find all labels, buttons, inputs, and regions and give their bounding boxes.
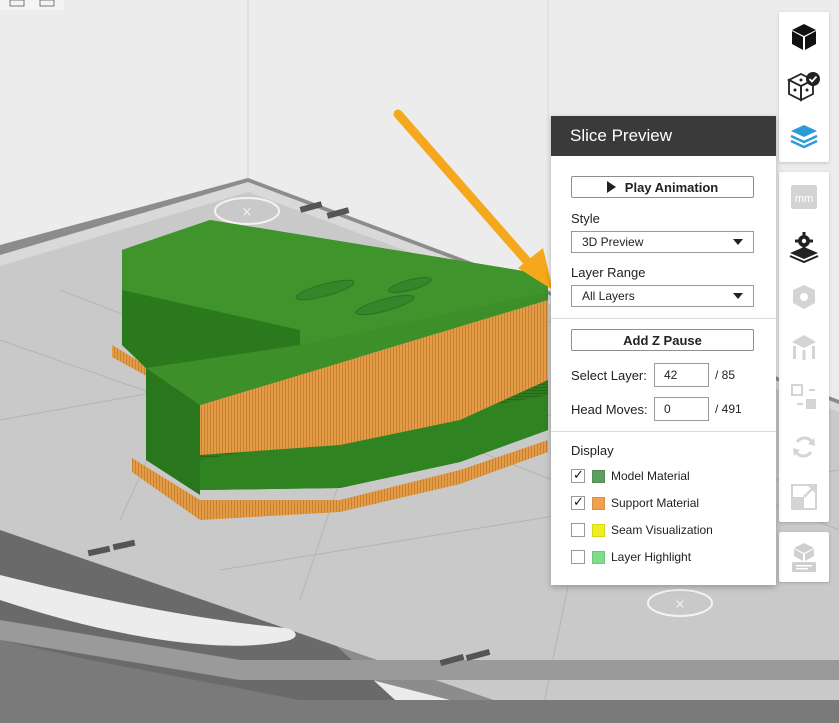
chevron-down-icon [733, 239, 743, 245]
model-material-swatch [592, 469, 605, 483]
slice-settings-button[interactable] [779, 222, 829, 272]
seam-visualization-checkbox[interactable] [571, 523, 585, 537]
layer-highlight-swatch [592, 550, 605, 564]
units-button[interactable]: mm [779, 172, 829, 222]
chevron-down-icon [733, 293, 743, 299]
display-option-model-material[interactable]: ✓ Model Material [571, 467, 690, 485]
panel-title: Slice Preview [551, 116, 776, 156]
layer-highlight-label: Layer Highlight [611, 550, 692, 564]
layers-icon [790, 125, 818, 149]
layer-range-select-value: All Layers [582, 289, 635, 303]
play-icon [606, 181, 616, 193]
slice-preview-panel: Slice Preview Play Animation Style 3D Pr… [551, 116, 776, 585]
svg-text:mm: mm [795, 193, 813, 205]
style-select[interactable]: 3D Preview [571, 231, 754, 253]
checkmark-icon: ✓ [573, 494, 584, 509]
display-option-support-material[interactable]: ✓ Support Material [571, 494, 699, 512]
add-z-pause-button[interactable]: Add Z Pause [571, 329, 754, 351]
rotate-button[interactable] [779, 422, 829, 472]
export-group [779, 532, 829, 582]
head-moves-input[interactable]: 0 [654, 397, 709, 421]
cube-icon [792, 24, 816, 50]
support-icon [792, 335, 816, 360]
display-option-seam-visualization[interactable]: Seam Visualization [571, 521, 713, 539]
rotate-icon [793, 436, 815, 458]
export-button[interactable] [779, 532, 829, 582]
play-animation-button[interactable]: Play Animation [571, 176, 754, 198]
right-toolbar: mm [779, 12, 829, 592]
checkmark-icon: ✓ [573, 467, 584, 482]
dice-check-icon [787, 72, 820, 102]
layer-range-select[interactable]: All Layers [571, 285, 754, 307]
model-material-label: Model Material [611, 469, 690, 483]
validate-view-button[interactable] [779, 62, 829, 112]
select-layer-input[interactable]: 42 [654, 363, 709, 387]
slice-preview-button[interactable] [779, 112, 829, 162]
layer-highlight-checkbox[interactable] [571, 550, 585, 564]
play-animation-label: Play Animation [624, 179, 719, 195]
prepare-view-button[interactable] [779, 12, 829, 62]
supports-button[interactable] [779, 322, 829, 372]
head-moves-total: / 491 [715, 402, 742, 416]
style-label: Style [571, 211, 600, 226]
display-option-layer-highlight[interactable]: Layer Highlight [571, 548, 691, 566]
sliced-model[interactable] [112, 220, 548, 520]
mm-units-icon: mm [791, 185, 817, 209]
gear-cube-icon [793, 285, 815, 309]
svg-text:×: × [675, 597, 686, 612]
divider [551, 318, 776, 319]
divider [551, 431, 776, 432]
scale-button[interactable] [779, 472, 829, 522]
view-corner-icon[interactable] [0, 0, 64, 10]
display-label: Display [571, 443, 614, 458]
move-icon [791, 384, 816, 409]
svg-text:×: × [242, 205, 253, 220]
slice-settings-icon [789, 232, 819, 264]
object-settings-button[interactable] [779, 272, 829, 322]
add-z-pause-label: Add Z Pause [623, 332, 702, 348]
support-material-swatch [592, 496, 605, 510]
head-moves-label: Head Moves: [571, 402, 648, 417]
support-material-label: Support Material [611, 496, 700, 510]
scale-icon [791, 484, 817, 510]
style-select-value: 3D Preview [582, 235, 644, 249]
view-mode-group [779, 12, 829, 162]
export-icon [792, 543, 816, 572]
layer-range-label: Layer Range [571, 265, 646, 280]
seam-visualization-swatch [592, 523, 605, 537]
tools-group: mm [779, 172, 829, 522]
move-button[interactable] [779, 372, 829, 422]
seam-visualization-label: Seam Visualization [611, 523, 713, 537]
support-material-checkbox[interactable]: ✓ [571, 494, 585, 510]
select-layer-total: / 85 [715, 368, 736, 382]
model-material-checkbox[interactable]: ✓ [571, 467, 585, 483]
select-layer-label: Select Layer: [571, 368, 647, 383]
